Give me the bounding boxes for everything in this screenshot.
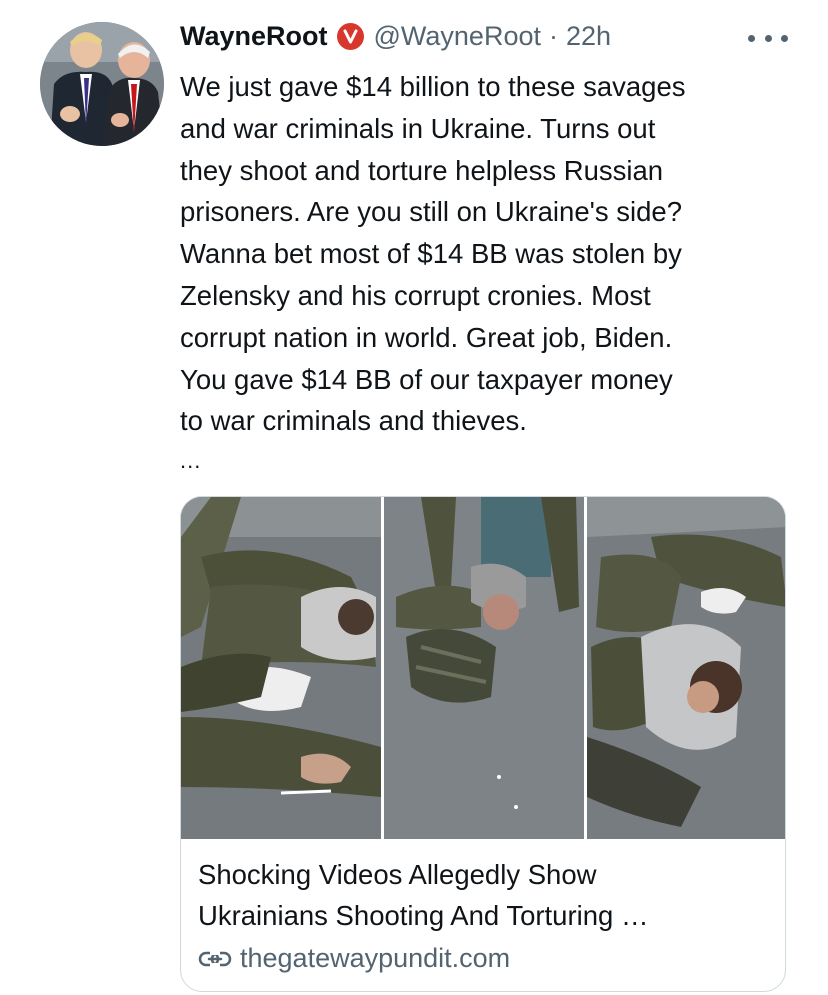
- tweet-text-line: prisoners. Are you still on Ukraine's si…: [180, 196, 683, 228]
- author-display-name[interactable]: WayneRoot: [180, 21, 328, 52]
- separator-dot: ·: [548, 20, 558, 51]
- tweet-timestamp[interactable]: 22h: [566, 21, 611, 52]
- link-icon: [198, 947, 232, 971]
- link-card-text[interactable]: Shocking Videos Allegedly Show Ukrainian…: [198, 854, 778, 974]
- link-card-image[interactable]: [181, 497, 785, 839]
- tweet-text-line: We just gave $14 billion to these savage…: [180, 71, 686, 102]
- more-horizontal-icon[interactable]: [748, 30, 788, 46]
- link-card-domain-row[interactable]: thegatewaypundit.com: [198, 943, 778, 974]
- tweet-header: WayneRoot @WayneRoot · 22h: [180, 16, 611, 56]
- link-card-domain: thegatewaypundit.com: [240, 943, 511, 973]
- avatar[interactable]: [40, 22, 164, 146]
- tweet-text-line: and war criminals in Ukraine. Turns out: [180, 112, 656, 144]
- tweet-text-line: corrupt nation in world. Great job, Bide…: [180, 321, 673, 353]
- tweet-text: We just gave $14 billion to these savage…: [180, 66, 800, 442]
- link-card-title-line: Shocking Videos Allegedly Show: [198, 859, 597, 890]
- link-card[interactable]: Shocking Videos Allegedly Show Ukrainian…: [180, 496, 786, 992]
- show-more-ellipsis[interactable]: ...: [180, 448, 201, 474]
- tweet-text-line: Zelensky and his corrupt cronies. Most: [180, 279, 651, 311]
- author-handle[interactable]: @WayneRoot: [374, 21, 541, 52]
- link-card-title[interactable]: Shocking Videos Allegedly Show Ukrainian…: [198, 854, 778, 936]
- tweet-text-line: to war criminals and thieves.: [180, 405, 527, 437]
- tweet-text-line: You gave $14 BB of our taxpayer money: [180, 363, 673, 395]
- tweet-text-line: they shoot and torture helpless Russian: [180, 154, 664, 186]
- link-card-title-line: Ukrainians Shooting And Torturing …: [198, 900, 649, 931]
- tweet-text-line: Wanna bet most of $14 BB was stolen by: [180, 238, 682, 270]
- verified-badge-icon: [336, 22, 364, 50]
